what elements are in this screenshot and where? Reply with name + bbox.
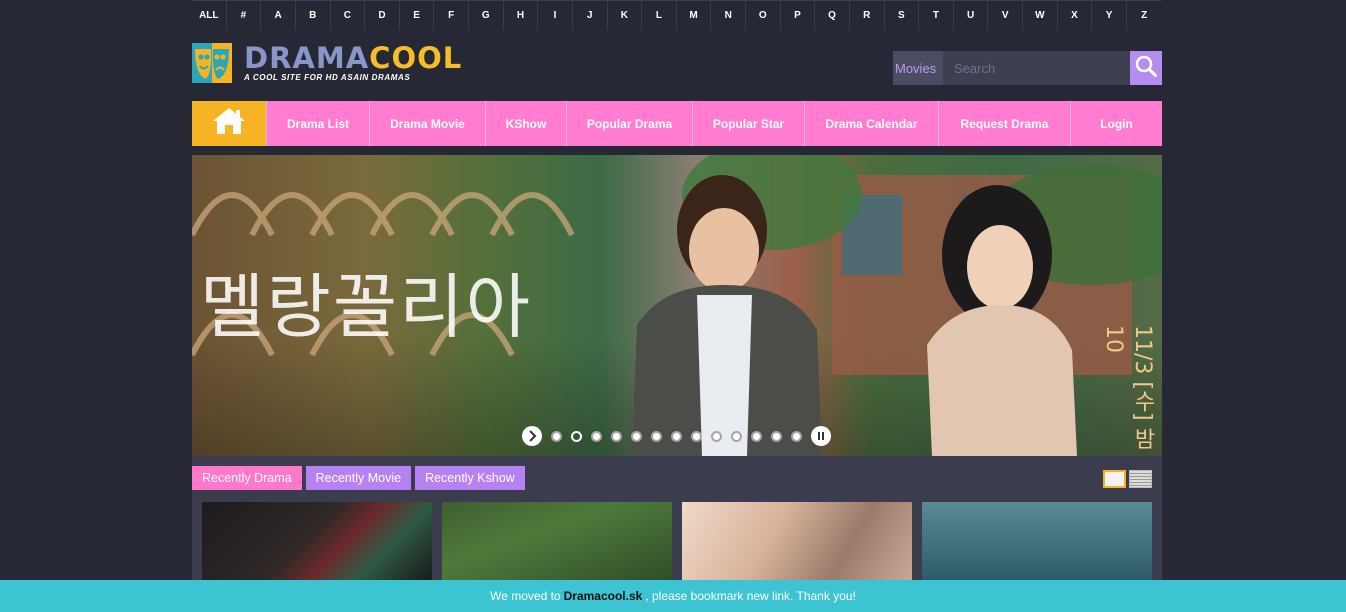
nav-drama-list[interactable]: Drama List [266, 101, 369, 146]
alpha-link-a[interactable]: A [261, 1, 296, 30]
logo-word-drama: DRAMA [244, 41, 370, 75]
drama-card-thumbnail[interactable] [202, 502, 432, 580]
search-input[interactable] [943, 51, 1130, 85]
alpha-link-z[interactable]: Z [1127, 1, 1162, 30]
alpha-link-y[interactable]: Y [1092, 1, 1127, 30]
site-logo[interactable]: DRAMACOOL A COOL SITE FOR HD ASAIN DRAMA… [192, 43, 502, 85]
search-button[interactable] [1130, 51, 1162, 85]
alpha-link-x[interactable]: X [1058, 1, 1093, 30]
alpha-link-j[interactable]: J [573, 1, 608, 30]
slider-pause-button[interactable] [811, 426, 831, 446]
slider-dot[interactable] [711, 430, 722, 442]
slider-dot[interactable] [671, 430, 682, 442]
slider-dot[interactable] [651, 430, 662, 442]
moved-notice-bar: We moved to Dramacool.sk , please bookma… [0, 580, 1346, 612]
alpha-link-q[interactable]: Q [815, 1, 850, 30]
alpha-link-p[interactable]: P [781, 1, 816, 30]
logo-word-cool: COOL [369, 41, 463, 75]
alpha-link-hash[interactable]: # [227, 1, 262, 30]
home-button[interactable] [192, 101, 266, 146]
grid-view-icon[interactable] [1103, 470, 1126, 488]
slider-next-button[interactable] [522, 426, 542, 446]
nav-kshow[interactable]: KShow [485, 101, 566, 146]
alpha-link-f[interactable]: F [434, 1, 469, 30]
list-view-icon[interactable] [1129, 470, 1152, 488]
drama-card-thumbnail[interactable] [442, 502, 672, 580]
notice-site-link[interactable]: Dramacool.sk [564, 589, 643, 603]
alpha-link-all[interactable]: ALL [192, 1, 227, 30]
slider-dot[interactable] [691, 430, 702, 442]
slider-dot[interactable] [771, 430, 782, 442]
slider-dot-active[interactable] [571, 430, 582, 442]
slider-dot[interactable] [791, 430, 802, 442]
search-bar: Movies [893, 51, 1162, 85]
slider-title: 멜랑꼴리아 [200, 266, 532, 348]
nav-drama-movie[interactable]: Drama Movie [369, 101, 485, 146]
tab-recently-drama[interactable]: Recently Drama [192, 466, 302, 490]
slider-dot[interactable] [611, 430, 622, 442]
nav-login[interactable]: Login [1070, 101, 1162, 146]
alpha-link-l[interactable]: L [642, 1, 677, 30]
slider-dot[interactable] [731, 430, 742, 442]
recent-tabs: Recently Drama Recently Movie Recently K… [192, 466, 525, 490]
tab-recently-movie[interactable]: Recently Movie [305, 466, 412, 490]
search-icon [1134, 54, 1158, 83]
drama-card-thumbnail[interactable] [922, 502, 1152, 580]
notice-text-before: We moved to [490, 589, 561, 603]
alpha-link-g[interactable]: G [469, 1, 504, 30]
alpha-link-m[interactable]: M [677, 1, 712, 30]
alpha-link-b[interactable]: B [296, 1, 331, 30]
alpha-link-r[interactable]: R [850, 1, 885, 30]
nav-popular-drama[interactable]: Popular Drama [566, 101, 692, 146]
alpha-link-c[interactable]: C [331, 1, 366, 30]
alpha-link-w[interactable]: W [1023, 1, 1058, 30]
search-type-select[interactable]: Movies [893, 51, 943, 85]
nav-drama-calendar[interactable]: Drama Calendar [804, 101, 938, 146]
alpha-link-t[interactable]: T [919, 1, 954, 30]
slider-dot[interactable] [591, 430, 602, 442]
slider-controls [522, 426, 831, 446]
logo-text: DRAMACOOL A COOL SITE FOR HD ASAIN DRAMA… [244, 43, 462, 82]
alpha-link-i[interactable]: I [538, 1, 573, 30]
chevron-right-icon [529, 430, 537, 442]
alpha-link-v[interactable]: V [988, 1, 1023, 30]
main-nav: Drama List Drama Movie KShow Popular Dra… [192, 101, 1162, 146]
nav-request-drama[interactable]: Request Drama [938, 101, 1070, 146]
alpha-link-d[interactable]: D [365, 1, 400, 30]
drama-card-thumbnail[interactable] [682, 502, 912, 580]
alpha-link-u[interactable]: U [954, 1, 989, 30]
view-toggle [1103, 470, 1152, 488]
recent-cards [202, 502, 1152, 580]
pause-icon [818, 432, 824, 440]
alpha-link-n[interactable]: N [711, 1, 746, 30]
logo-wordmark: DRAMACOOL [244, 43, 462, 73]
nav-popular-star[interactable]: Popular Star [692, 101, 804, 146]
slider-dot[interactable] [631, 430, 642, 442]
slider-date: 11/3 [수] 밤 10 [1101, 325, 1155, 450]
recent-section: Recently Drama Recently Movie Recently K… [192, 456, 1162, 580]
slider-dot[interactable] [751, 430, 762, 442]
alpha-link-o[interactable]: O [746, 1, 781, 30]
alpha-link-s[interactable]: S [885, 1, 920, 30]
notice-text-after: , please bookmark new link. Thank you! [645, 589, 856, 603]
alpha-link-k[interactable]: K [608, 1, 643, 30]
tab-recently-kshow[interactable]: Recently Kshow [415, 466, 525, 490]
home-icon [212, 107, 246, 140]
alphabet-bar: ALL # A B C D E F G H I J K L M N O P Q … [192, 0, 1162, 30]
alpha-link-e[interactable]: E [400, 1, 435, 30]
slider-dot[interactable] [551, 430, 562, 442]
alpha-link-h[interactable]: H [504, 1, 539, 30]
featured-slider[interactable]: 멜랑꼴리아 11/3 [수] 밤 10 [192, 155, 1162, 456]
drama-masks-icon [192, 43, 232, 83]
